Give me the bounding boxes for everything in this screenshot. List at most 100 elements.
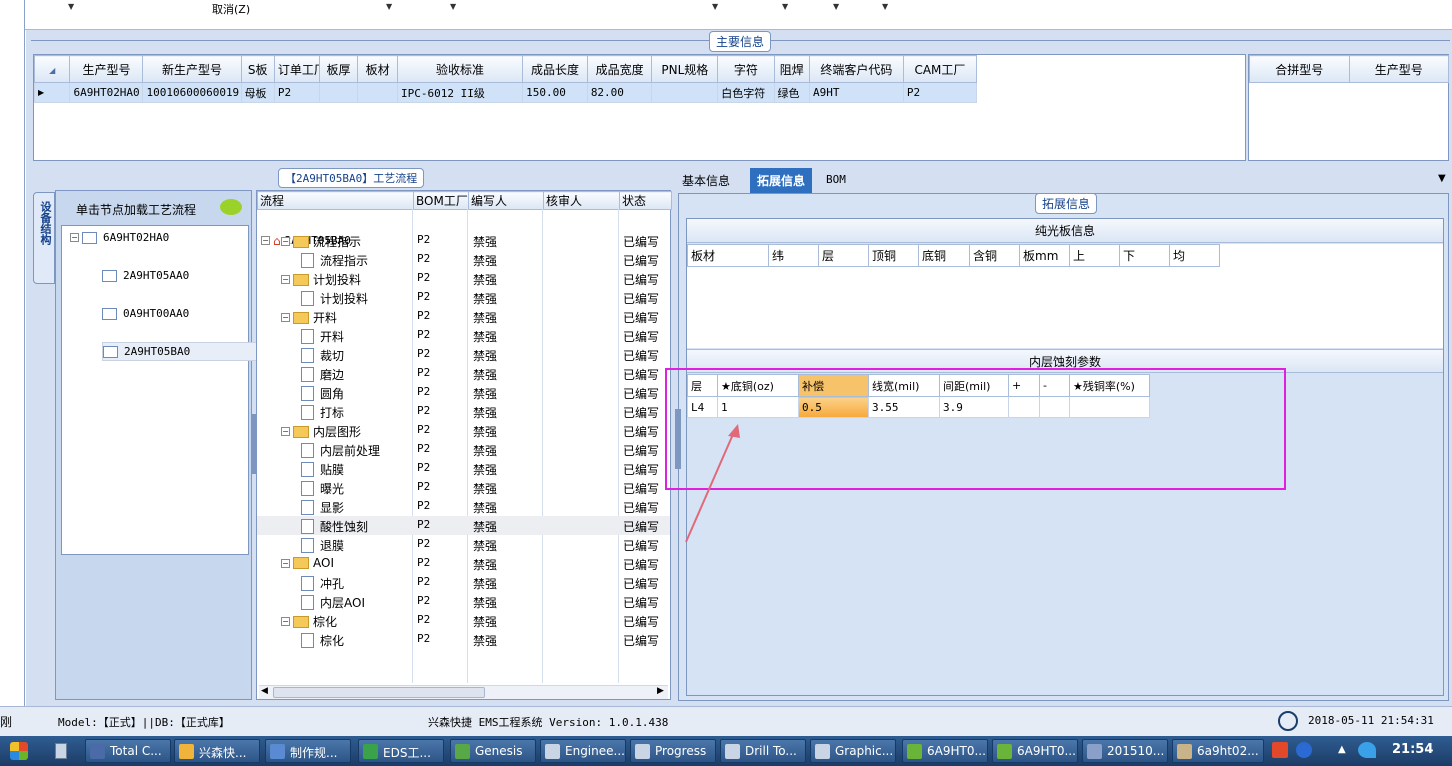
chevron-down-icon[interactable]: ▼ <box>450 2 456 11</box>
column-header[interactable]: 合拼型号 <box>1249 55 1350 83</box>
scroll-right-icon[interactable]: ▶ <box>657 686 664 696</box>
process-row[interactable]: 磨边 P2 禁强 已编写 <box>257 364 670 383</box>
taskbar-item[interactable]: 6a9ht02... <box>1172 739 1264 763</box>
process-row[interactable]: 计划投料 P2 禁强 已编写 <box>257 288 670 307</box>
network-icon[interactable] <box>1358 742 1376 758</box>
column-header[interactable]: 验收标准 <box>396 55 524 83</box>
taskbar-item[interactable]: EDS工... <box>358 739 444 763</box>
column-header[interactable]: 板mm <box>1019 244 1070 267</box>
process-row[interactable]: 曝光 P2 禁强 已编写 <box>257 478 670 497</box>
tray-expand-icon[interactable]: ▲ <box>1338 744 1346 755</box>
taskbar-item[interactable]: Total C... <box>85 739 171 763</box>
horizontal-scrollbar[interactable]: ◀ ▶ <box>259 685 668 699</box>
speech-bubble-icon[interactable] <box>220 199 242 215</box>
taskbar-item[interactable]: 6A9HT0... <box>992 739 1078 763</box>
taskbar-item[interactable]: 兴森快... <box>174 739 260 763</box>
process-row[interactable]: − 流程指示 P2 禁强 已编写 <box>257 231 670 250</box>
chevron-down-icon[interactable]: ▼ <box>68 2 74 11</box>
column-header[interactable]: 订单工厂 <box>273 55 320 83</box>
process-row[interactable]: 内层前处理 P2 禁强 已编写 <box>257 440 670 459</box>
row-indicator[interactable]: ▶ <box>33 82 71 103</box>
chevron-down-icon[interactable]: ▼ <box>712 2 718 11</box>
tab-extended-info[interactable]: 拓展信息 <box>750 168 813 193</box>
column-header[interactable]: 状态 <box>619 191 672 210</box>
column-header[interactable]: 生产型号 <box>1348 55 1449 83</box>
collapse-icon[interactable]: − <box>281 558 290 568</box>
column-header[interactable]: 底铜 <box>918 244 970 267</box>
process-row[interactable]: − AOI P2 禁强 已编写 <box>257 554 670 573</box>
start-button-icon[interactable] <box>10 742 28 760</box>
collapse-icon[interactable]: − <box>281 237 290 246</box>
chevron-down-icon[interactable]: ▼ <box>833 2 839 11</box>
process-row[interactable]: − 棕化 P2 禁强 已编写 <box>257 611 670 630</box>
collapse-icon[interactable]: − <box>70 233 79 242</box>
column-header[interactable]: 均 <box>1169 244 1220 267</box>
column-header[interactable]: S板 <box>240 55 275 83</box>
column-header[interactable]: 板厚 <box>318 55 359 83</box>
process-row[interactable]: 酸性蚀刻 P2 禁强 已编写 <box>257 516 670 535</box>
column-header[interactable]: 字符 <box>717 55 775 83</box>
process-row[interactable]: 退膜 P2 禁强 已编写 <box>257 535 670 554</box>
column-header[interactable]: 成品长度 <box>522 55 588 83</box>
taskbar-item[interactable]: Graphic... <box>810 739 896 763</box>
column-header[interactable]: BOM工厂 <box>413 191 469 210</box>
quick-launch-icon[interactable] <box>55 743 67 759</box>
help-icon[interactable] <box>1296 742 1312 758</box>
taskbar-item[interactable]: 201510... <box>1082 739 1168 763</box>
process-row[interactable]: 贴膜 P2 禁强 已编写 <box>257 459 670 478</box>
chevron-down-icon[interactable]: ▼ <box>386 2 392 11</box>
column-header[interactable]: 层 <box>818 244 869 267</box>
column-header[interactable]: 新生产型号 <box>142 55 242 83</box>
column-header[interactable]: 生产型号 <box>69 55 144 83</box>
scroll-thumb[interactable] <box>273 687 485 698</box>
column-header[interactable]: 含铜 <box>969 244 1020 267</box>
column-header[interactable]: 顶铜 <box>868 244 919 267</box>
process-row[interactable]: 显影 P2 禁强 已编写 <box>257 497 670 516</box>
process-row[interactable]: 打标 P2 禁强 已编写 <box>257 402 670 421</box>
column-header[interactable]: PNL规格 <box>651 55 719 83</box>
collapse-icon[interactable]: − <box>281 275 290 284</box>
column-header[interactable]: 编写人 <box>468 191 544 210</box>
process-row[interactable]: 棕化 P2 禁强 已编写 <box>257 630 670 649</box>
taskbar-item[interactable]: 6A9HT0... <box>902 739 988 763</box>
collapse-icon[interactable]: − <box>281 617 290 626</box>
column-header[interactable]: 核审人 <box>543 191 620 210</box>
taskbar-item[interactable]: Drill To... <box>720 739 806 763</box>
column-header[interactable]: CAM工厂 <box>902 55 978 83</box>
process-row[interactable]: 冲孔 P2 禁强 已编写 <box>257 573 670 592</box>
taskbar-item[interactable]: Enginee... <box>540 739 626 763</box>
column-header[interactable]: 板材 <box>357 55 398 83</box>
side-tab-device-structure[interactable]: 设备结构 <box>33 192 55 284</box>
cancel-menu-item[interactable]: 取消(Z) <box>212 1 250 17</box>
tree-node-root[interactable]: − 6A9HT02HA0 <box>70 228 256 247</box>
chevron-down-icon[interactable]: ▼ <box>882 2 888 11</box>
column-header[interactable]: 下 <box>1119 244 1170 267</box>
taskbar-clock[interactable]: 21:54 <box>1392 742 1433 757</box>
tab-basic-info[interactable]: 基本信息 <box>682 172 730 189</box>
tab-bom[interactable]: BOM <box>826 173 846 186</box>
column-header[interactable]: 终端客户代码 <box>808 55 904 83</box>
collapse-icon[interactable]: − <box>281 427 290 436</box>
process-row[interactable]: 开料 P2 禁强 已编写 <box>257 326 670 345</box>
column-header[interactable]: 阻焊 <box>773 55 810 83</box>
process-row[interactable]: 流程指示 P2 禁强 已编写 <box>257 250 670 269</box>
taskbar-item[interactable]: Genesis <box>450 739 536 763</box>
taskbar-item[interactable]: Progress <box>630 739 716 763</box>
chevron-down-icon[interactable]: ▼ <box>1438 173 1446 184</box>
process-row[interactable]: 内层AOI P2 禁强 已编写 <box>257 592 670 611</box>
process-row[interactable]: − 计划投料 P2 禁强 已编写 <box>257 269 670 288</box>
process-row[interactable]: 圆角 P2 禁强 已编写 <box>257 383 670 402</box>
process-row[interactable]: − 内层图形 P2 禁强 已编写 <box>257 421 670 440</box>
column-header[interactable]: 流程 <box>257 191 414 210</box>
collapse-icon[interactable]: − <box>281 313 290 322</box>
tray-s-icon[interactable] <box>1272 742 1288 758</box>
process-row[interactable]: 裁切 P2 禁强 已编写 <box>257 345 670 364</box>
column-header[interactable]: 板材 <box>687 244 769 267</box>
chevron-down-icon[interactable]: ▼ <box>782 2 788 11</box>
column-header[interactable]: 纬 <box>768 244 819 267</box>
scroll-left-icon[interactable]: ◀ <box>261 686 268 696</box>
taskbar-item[interactable]: 制作规... <box>265 739 351 763</box>
process-row[interactable]: − 开料 P2 禁强 已编写 <box>257 307 670 326</box>
column-header[interactable]: 成品宽度 <box>586 55 653 83</box>
column-header[interactable]: 上 <box>1069 244 1120 267</box>
